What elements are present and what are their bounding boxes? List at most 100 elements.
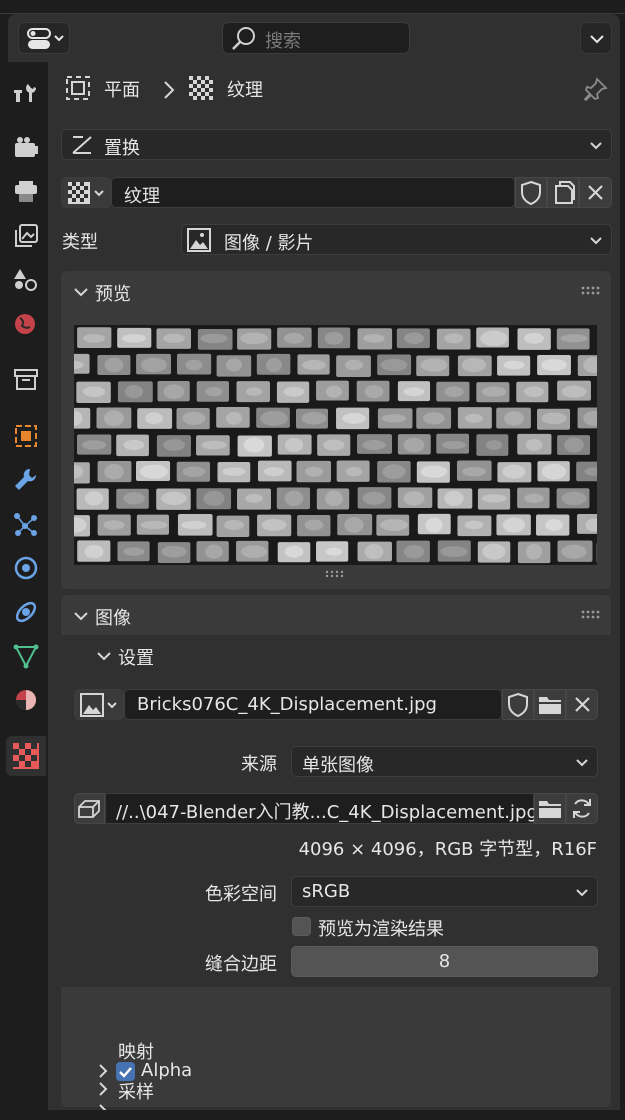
texture-type-dropdown[interactable]: 图像 / 影片 <box>181 224 612 255</box>
fake-user-button[interactable] <box>515 177 547 208</box>
source-label: 来源 <box>241 754 277 775</box>
seam-margin-label: 缝合边距 <box>205 954 277 975</box>
search-placeholder: 搜索 <box>265 31 301 52</box>
drag-grip-icon[interactable] <box>581 610 603 620</box>
unlink-texture-button[interactable] <box>579 177 612 208</box>
options-dropdown-button[interactable] <box>580 22 612 54</box>
open-image-button[interactable] <box>534 689 566 720</box>
image-browse-icon <box>80 693 117 717</box>
tab-render[interactable] <box>6 128 46 168</box>
preview-panel: 预览 <box>56 271 625 589</box>
seam-margin-value: 8 <box>438 951 451 972</box>
tab-output[interactable] <box>6 172 46 212</box>
texture-checker-icon <box>189 76 213 100</box>
colorspace-dropdown[interactable]: sRGB <box>291 876 598 907</box>
chevron-down-icon[interactable] <box>95 647 113 665</box>
image-source-dropdown[interactable]: 单张图像 <box>291 746 598 777</box>
material-icon <box>16 690 36 710</box>
filepath-field[interactable]: //..\047-Blender入门教...C_4K_Displacement.… <box>105 793 538 824</box>
tab-view-layer[interactable] <box>6 216 46 256</box>
tab-tool[interactable] <box>6 72 46 112</box>
tab-object[interactable] <box>6 416 46 456</box>
particles-icon <box>14 513 37 536</box>
image-panel: 图像 设置 Bricks076C_4K_Displacement.jpg 来源 … <box>61 595 611 1118</box>
tool-icon <box>14 84 36 102</box>
image-name-field[interactable]: Bricks076C_4K_Displacement.jpg <box>124 689 502 720</box>
window-top-strip <box>0 0 625 14</box>
breadcrumb-object[interactable]: 平面 <box>104 76 140 102</box>
tab-particles[interactable] <box>6 504 46 544</box>
browse-filepath-button[interactable] <box>534 793 566 824</box>
reload-icon <box>573 799 591 818</box>
browse-image-button[interactable] <box>74 689 124 720</box>
search-icon <box>232 27 255 50</box>
browse-texture-button[interactable] <box>61 177 111 208</box>
drag-grip-icon[interactable] <box>581 286 603 296</box>
wrench-icon <box>15 468 37 490</box>
breadcrumb-texture[interactable]: 纹理 <box>227 76 263 102</box>
tab-data[interactable] <box>6 636 46 676</box>
image-fake-user-button[interactable] <box>502 689 534 720</box>
resize-handle-icon[interactable] <box>325 570 345 578</box>
tab-world[interactable] <box>6 304 46 344</box>
preview-as-render-label[interactable]: 预览为渲染结果 <box>318 915 444 941</box>
pack-image-button[interactable] <box>74 793 105 824</box>
chevron-down-icon[interactable] <box>72 607 90 625</box>
texture-browse-icon <box>68 182 104 204</box>
shield-icon <box>508 692 528 718</box>
texture-name-field[interactable]: 纹理 <box>111 177 515 208</box>
chevron-down-icon[interactable] <box>72 283 90 301</box>
image-info-text: 4096 × 4096，RGB 字节型，R16F <box>298 839 597 860</box>
folder-icon <box>539 801 561 818</box>
texture-user-dropdown[interactable]: 置换 <box>61 129 612 160</box>
physics-icon <box>14 556 38 580</box>
tab-constraints[interactable] <box>6 592 46 632</box>
tab-modifiers[interactable] <box>6 460 46 500</box>
tab-texture[interactable] <box>6 736 46 776</box>
window-bottom-strip <box>0 1110 625 1120</box>
tab-material[interactable] <box>6 680 46 720</box>
chevron-down-icon <box>576 759 588 767</box>
properties-header: 搜索 <box>8 14 620 62</box>
plane-object-icon <box>66 76 90 100</box>
tab-physics[interactable] <box>6 548 46 588</box>
settings-subpanel-title[interactable]: 设置 <box>118 644 154 670</box>
tab-collection[interactable] <box>6 360 46 400</box>
editor-type-button[interactable] <box>18 22 70 54</box>
seam-margin-field[interactable]: 8 <box>291 946 598 977</box>
chevron-down-icon <box>590 142 602 150</box>
output-icon <box>15 181 37 202</box>
chevron-right-icon[interactable] <box>94 1080 112 1098</box>
shield-icon <box>521 180 541 206</box>
type-label: 类型 <box>62 232 98 253</box>
mapping-subpanel-title[interactable]: 映射 <box>118 1038 154 1064</box>
preview-as-render-checkbox[interactable] <box>292 917 311 936</box>
close-icon <box>588 185 603 200</box>
texture-preview-image <box>56 325 625 565</box>
pin-icon[interactable] <box>583 76 609 102</box>
unlink-image-button[interactable] <box>566 689 598 720</box>
image-name: Bricks076C_4K_Displacement.jpg <box>137 694 437 715</box>
view-layer-icon <box>15 224 38 247</box>
image-panel-title[interactable]: 图像 <box>95 604 131 630</box>
chevron-right-icon[interactable] <box>94 1062 112 1080</box>
displace-modifier-icon <box>72 136 92 154</box>
render-icon <box>15 137 38 157</box>
texture-name: 纹理 <box>124 186 160 207</box>
reload-image-button[interactable] <box>566 793 598 824</box>
editor-type-icon <box>27 28 64 49</box>
preview-panel-title[interactable]: 预览 <box>95 280 131 306</box>
chevron-right-icon <box>164 81 175 99</box>
colorspace-label: 色彩空间 <box>205 884 277 905</box>
search-input[interactable]: 搜索 <box>222 22 410 54</box>
sampling-subpanel-title[interactable]: 采样 <box>118 1078 154 1104</box>
texture-user-label: 置换 <box>104 138 140 159</box>
properties-tab-bar <box>0 62 48 1120</box>
mesh-data-icon <box>13 644 39 669</box>
chevron-down-icon <box>590 237 602 245</box>
tab-scene[interactable] <box>6 260 46 300</box>
duplicate-texture-button[interactable] <box>547 177 579 208</box>
collection-icon <box>14 369 38 390</box>
chevron-down-icon <box>576 889 588 897</box>
object-icon <box>15 425 37 447</box>
